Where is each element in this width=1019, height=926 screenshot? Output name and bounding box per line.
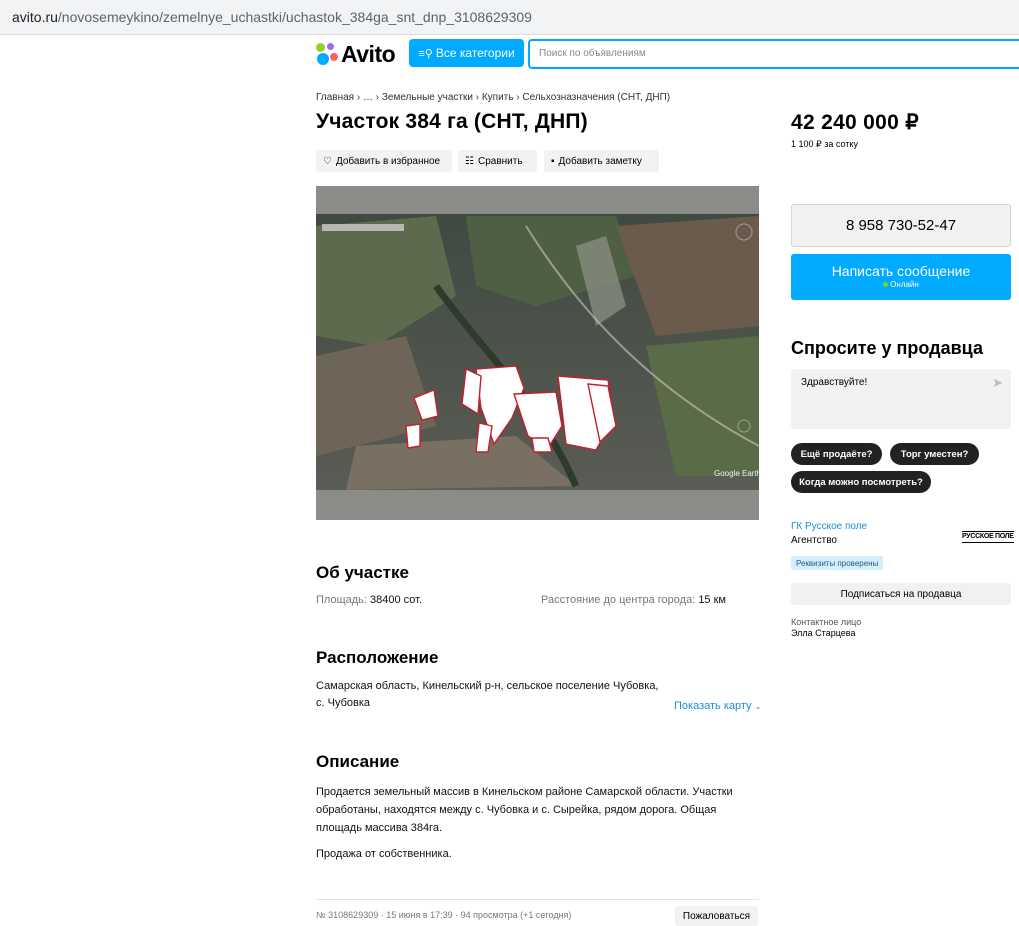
url-domain: avito.ru bbox=[12, 9, 58, 25]
favorites-label: Добавить в избранное bbox=[335, 155, 441, 167]
avito-logo[interactable]: Avito bbox=[316, 40, 396, 67]
listing-title: Участок 384 га (СНТ, ДНП) bbox=[316, 110, 588, 133]
price-per-unit: 1 100 ₽ за сотку bbox=[791, 139, 858, 149]
quick-question-still-selling[interactable]: Ещё продаёте? bbox=[791, 443, 882, 465]
show-map-label: Показать карту bbox=[674, 700, 752, 712]
subscribe-seller-button[interactable]: Подписаться на продавца bbox=[791, 583, 1011, 605]
add-to-favorites-button[interactable]: ♡ Добавить в избранное bbox=[316, 150, 452, 172]
listing-photo[interactable]: Google Earth bbox=[316, 186, 759, 520]
listing-meta: № 3108629309 · 15 июня в 17:39 · 94 прос… bbox=[316, 910, 572, 920]
description-line3: площадь массива 384га. bbox=[316, 822, 443, 834]
show-map-link[interactable]: Показать карту ⌄ bbox=[674, 698, 761, 715]
note-label: Добавить заметку bbox=[558, 155, 642, 167]
breadcrumb-home[interactable]: Главная bbox=[316, 92, 354, 103]
logo-text: Avito bbox=[341, 40, 396, 67]
online-status: Онлайн bbox=[791, 280, 1011, 289]
distance-value: 15 км bbox=[698, 594, 726, 606]
breadcrumb-agri[interactable]: Сельхозназначения (СНТ, ДНП) bbox=[522, 92, 670, 103]
about-heading: Об участке bbox=[316, 563, 409, 582]
description-heading: Описание bbox=[316, 752, 400, 771]
url-path: /novosemeykino/zemelnye_uchastki/uchasto… bbox=[57, 9, 532, 25]
browser-url[interactable]: avito.ru/novosemeykino/zemelnye_uchastki… bbox=[12, 9, 532, 25]
description-line1: Продается земельный массив в Кинельском … bbox=[316, 786, 733, 798]
complain-button[interactable]: Пожаловаться bbox=[675, 906, 758, 926]
compare-label: Сравнить bbox=[477, 155, 523, 167]
distance-row: Расстояние до центра города: 15 км bbox=[541, 592, 726, 609]
compare-icon: ☷ bbox=[465, 155, 474, 167]
ask-seller-input[interactable]: Здравствуйте! ➤ bbox=[791, 369, 1011, 429]
compare-button[interactable]: ☷ Сравнить bbox=[458, 150, 537, 172]
verified-badge: Реквизиты проверены bbox=[791, 556, 884, 570]
breadcrumb: Главная › … › Земельные участки › Купить… bbox=[316, 92, 671, 103]
footer-divider bbox=[316, 899, 759, 900]
area-label: Площадь: bbox=[316, 594, 367, 606]
description-line4: Продажа от собственника. bbox=[316, 848, 452, 860]
note-icon: ▪ bbox=[551, 155, 555, 167]
online-dot-icon bbox=[883, 282, 889, 287]
breadcrumb-buy[interactable]: Купить bbox=[482, 92, 514, 103]
all-categories-button[interactable]: ≡⚲ Все категории bbox=[409, 39, 524, 67]
location-address-line1: Самарская область, Кинельский р-н, сельс… bbox=[316, 680, 659, 692]
area-value: 38400 сот. bbox=[370, 594, 423, 606]
contact-person-label: Контактное лицо bbox=[791, 617, 862, 627]
add-note-button[interactable]: ▪ Добавить заметку bbox=[544, 150, 659, 172]
categories-search-icon: ≡⚲ bbox=[418, 47, 433, 60]
location-heading: Расположение bbox=[316, 648, 439, 667]
write-message-button[interactable]: Написать сообщение Онлайн bbox=[791, 254, 1011, 300]
quick-question-viewing[interactable]: Когда можно посмотреть? bbox=[791, 471, 931, 493]
breadcrumb-ellipsis[interactable]: … bbox=[363, 92, 373, 103]
ask-seller-heading: Спросите у продавца bbox=[791, 338, 983, 358]
photo-watermark: Google Earth bbox=[714, 469, 759, 478]
logo-dots-icon bbox=[316, 43, 338, 65]
seller-name-link[interactable]: ГК Русское поле bbox=[791, 521, 867, 532]
search-input[interactable]: Поиск по объявлениям bbox=[528, 39, 1019, 69]
chevron-down-icon: ⌄ bbox=[754, 702, 762, 711]
online-label: Онлайн bbox=[890, 280, 919, 289]
all-categories-label: Все категории bbox=[435, 46, 515, 60]
write-message-label: Написать сообщение bbox=[831, 263, 971, 279]
show-phone-button[interactable]: 8 958 730-52-47 bbox=[791, 204, 1011, 247]
contact-person-name: Элла Старцева bbox=[791, 628, 856, 638]
price: 42 240 000 ₽ bbox=[791, 111, 919, 134]
quick-question-bargain[interactable]: Торг уместен? bbox=[890, 443, 979, 465]
seller-logo[interactable]: РУССКОЕ ПОЛЕ bbox=[962, 531, 1014, 543]
area-row: Площадь: 38400 сот. bbox=[316, 592, 422, 609]
description-line2: обработаны, находятся между с. Чубовка и… bbox=[316, 804, 717, 816]
seller-type: Агентство bbox=[791, 535, 837, 546]
location-address-line2: с. Чубовка bbox=[316, 697, 371, 709]
ask-seller-text: Здравствуйте! bbox=[801, 377, 868, 388]
send-icon[interactable]: ➤ bbox=[992, 375, 1003, 391]
search-placeholder: Поиск по объявлениям bbox=[539, 48, 646, 59]
distance-label: Расстояние до центра города: bbox=[541, 594, 696, 606]
satellite-image: Google Earth bbox=[316, 186, 759, 520]
breadcrumb-land[interactable]: Земельные участки bbox=[382, 92, 473, 103]
heart-icon: ♡ bbox=[323, 155, 332, 167]
